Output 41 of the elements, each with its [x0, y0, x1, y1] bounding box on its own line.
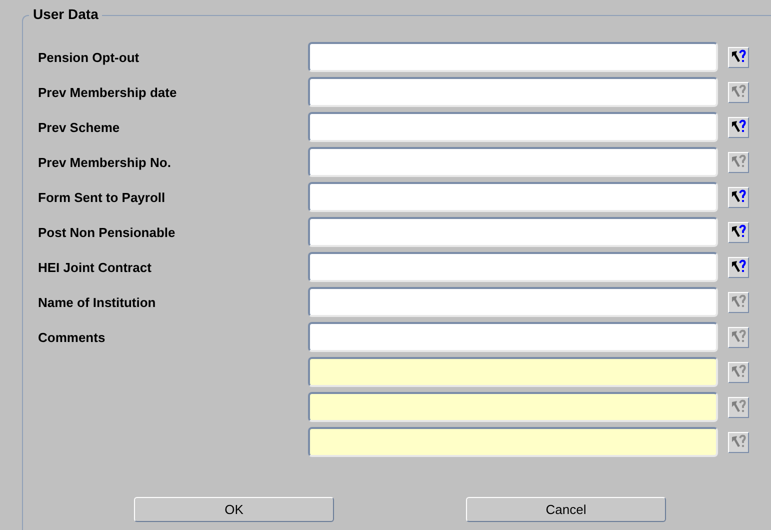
input-field[interactable]	[308, 322, 718, 352]
arrow-question-icon	[730, 224, 746, 240]
lov-button[interactable]	[728, 186, 749, 208]
input-field[interactable]	[308, 357, 718, 387]
input-field[interactable]	[308, 182, 718, 212]
cancel-button[interactable]: Cancel	[466, 497, 666, 522]
field-label: Prev Membership date	[38, 84, 178, 100]
arrow-question-icon	[730, 189, 746, 205]
field-label: Name of Institution	[38, 294, 157, 310]
lov-button[interactable]	[728, 256, 749, 278]
lov-button[interactable]	[728, 116, 749, 138]
field-label: Pension Opt-out	[38, 50, 140, 64]
arrow-question-icon	[730, 84, 746, 100]
arrow-question-icon	[730, 329, 746, 345]
field-label: Prev Membership No.	[38, 154, 172, 170]
field-label: Post Non Pensionable	[38, 224, 176, 240]
frame-title: User Data	[29, 6, 102, 22]
input-field[interactable]	[308, 427, 718, 457]
field-label: Comments	[38, 330, 106, 344]
arrow-question-icon	[730, 294, 746, 310]
ok-button[interactable]: OK	[134, 497, 334, 522]
input-field[interactable]	[308, 252, 718, 282]
lov-button[interactable]	[728, 222, 749, 242]
field-label: HEI Joint Contract	[38, 260, 152, 274]
arrow-question-icon	[730, 399, 746, 415]
input-field[interactable]	[308, 77, 718, 107]
input-field[interactable]	[308, 42, 718, 72]
field-label: Prev Scheme	[38, 120, 121, 134]
arrow-question-icon	[730, 259, 746, 275]
arrow-question-icon	[730, 49, 746, 65]
input-field[interactable]	[308, 147, 718, 177]
arrow-question-icon	[730, 434, 746, 450]
lov-button[interactable]	[728, 46, 749, 68]
field-label: Form Sent to Payroll	[38, 190, 166, 204]
input-field[interactable]	[308, 287, 718, 317]
arrow-question-icon	[730, 364, 746, 380]
arrow-question-icon	[730, 154, 746, 170]
input-field[interactable]	[308, 392, 718, 422]
input-field[interactable]	[308, 217, 718, 247]
input-field[interactable]	[308, 112, 718, 142]
arrow-question-icon	[730, 119, 746, 135]
